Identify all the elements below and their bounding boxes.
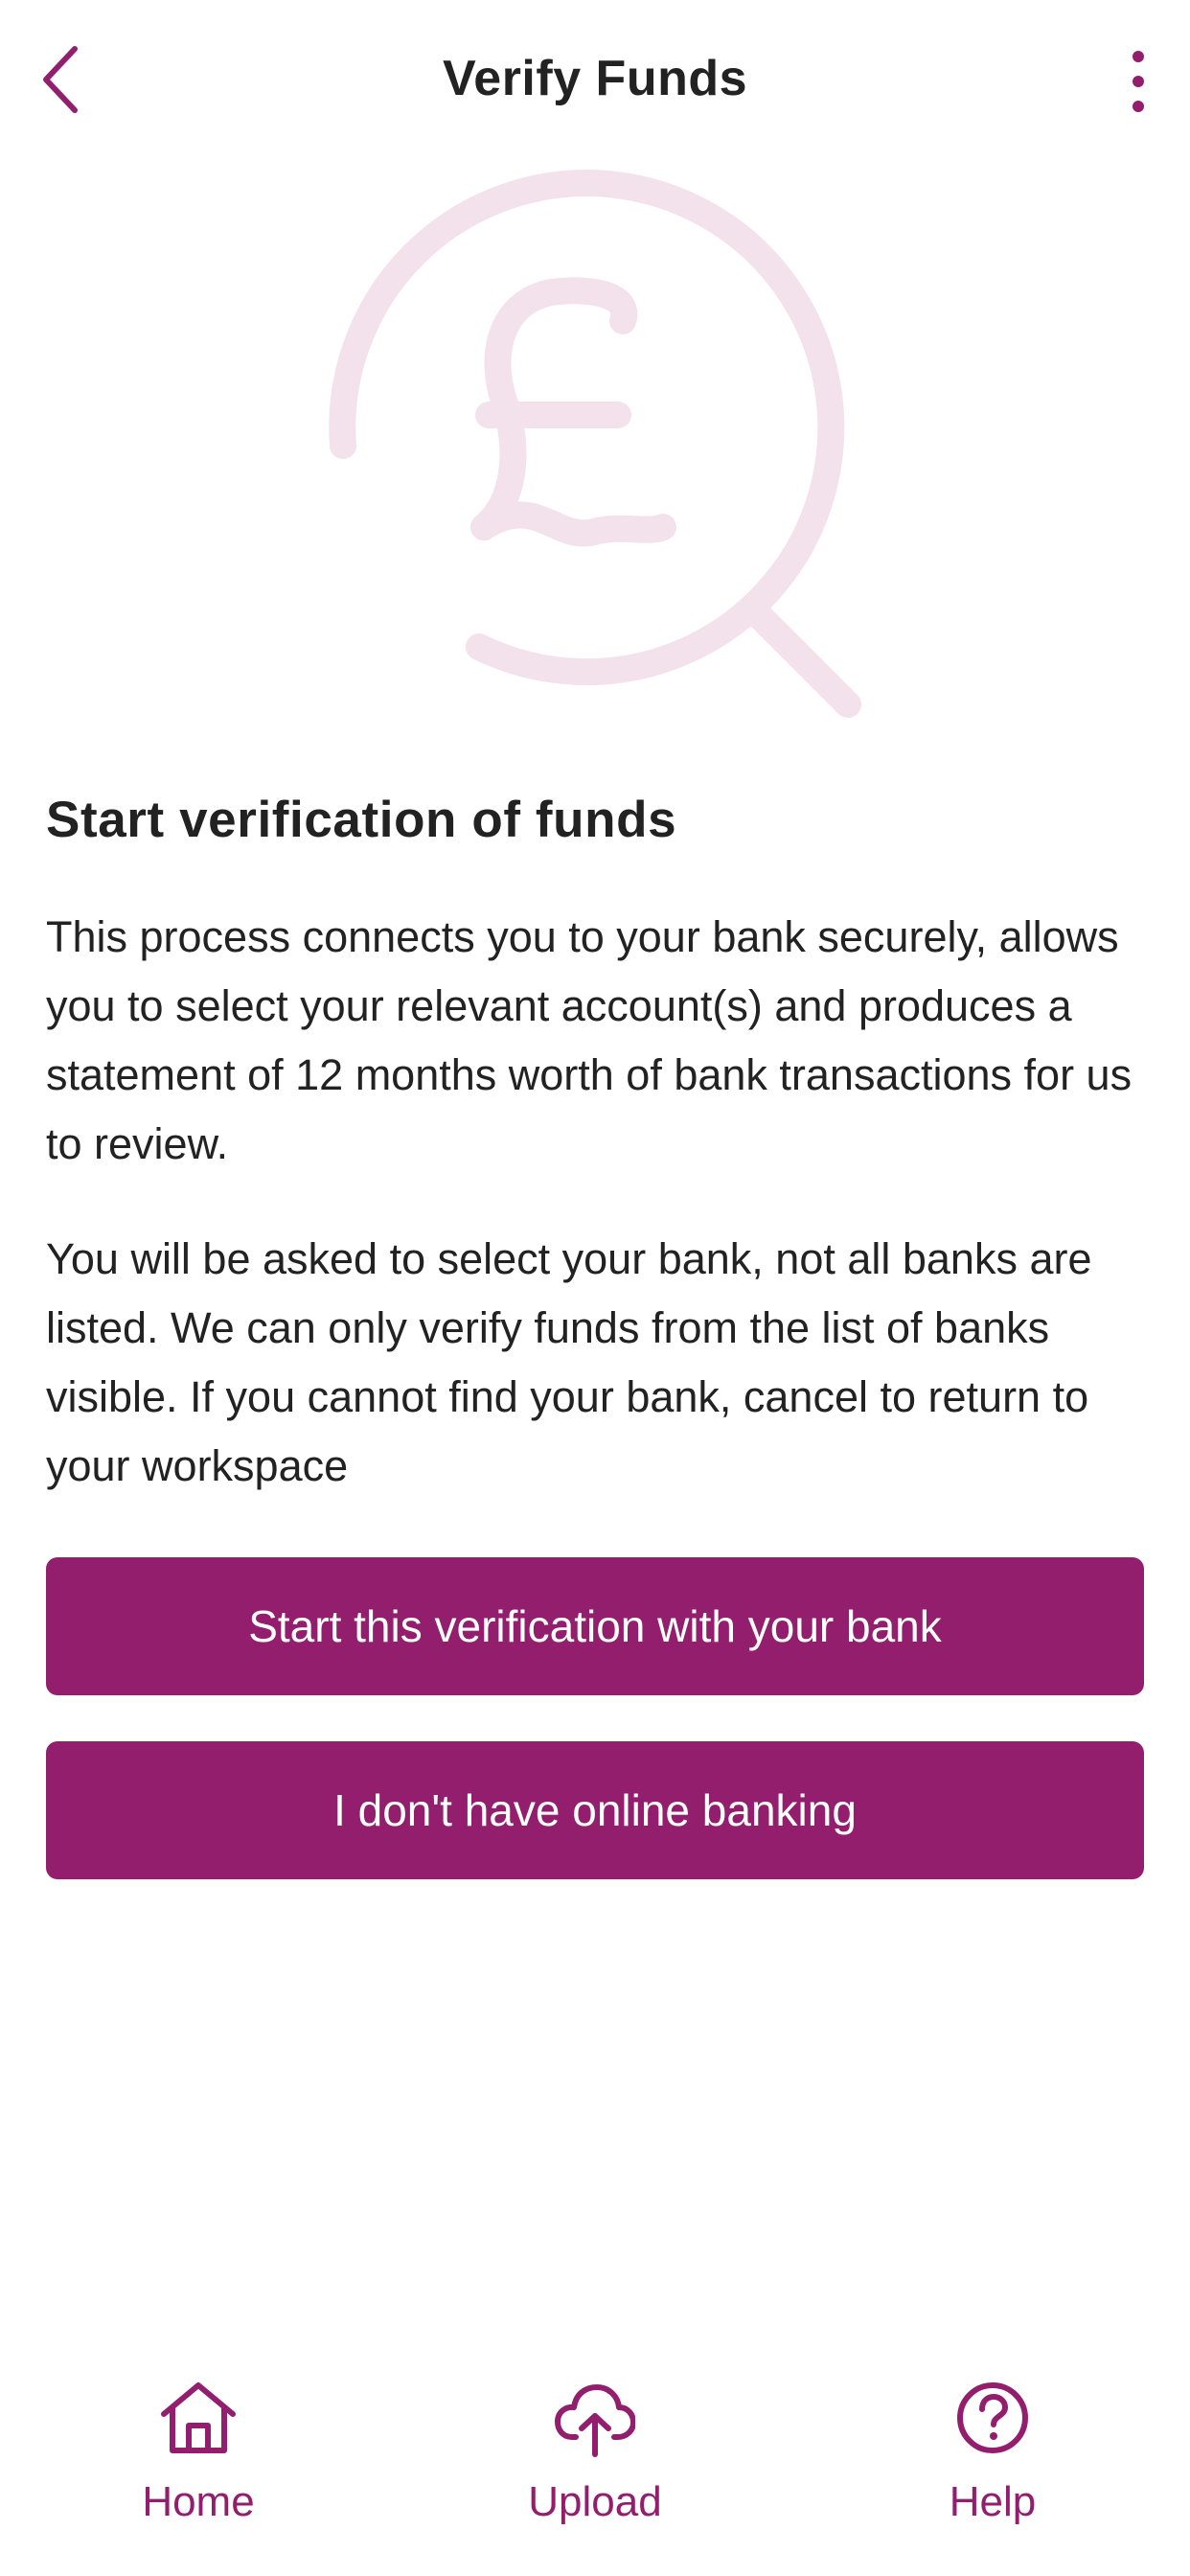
nav-label-help: Help (949, 2478, 1037, 2525)
nav-label-upload: Upload (528, 2478, 662, 2525)
verify-funds-screen: Verify Funds Start verification of funds… (0, 0, 1190, 2576)
nav-item-upload[interactable]: Upload (451, 2356, 739, 2576)
intro-paragraph: This process connects you to your bank s… (46, 912, 1133, 1168)
home-icon (155, 2375, 241, 2461)
app-header: Verify Funds (0, 0, 1190, 163)
more-vertical-icon (1133, 51, 1144, 112)
pound-magnifier-icon (329, 170, 861, 718)
section-heading: Start verification of funds (46, 792, 677, 848)
start-verification-button[interactable]: Start this verification with your bank (46, 1557, 1144, 1695)
page-title: Verify Funds (442, 51, 748, 106)
cloud-upload-icon (552, 2375, 638, 2461)
bottom-nav: Home Upload Help (0, 2356, 1190, 2576)
more-options-button[interactable] (1110, 38, 1167, 125)
nav-item-home[interactable]: Home (55, 2356, 342, 2576)
nav-item-help[interactable]: Help (849, 2356, 1136, 2576)
content-section: Start verification of funds This process… (46, 791, 1144, 1501)
no-online-banking-button[interactable]: I don't have online banking (46, 1741, 1144, 1879)
help-circle-icon (950, 2375, 1036, 2461)
bank-info-paragraph: You will be asked to select your bank, n… (46, 1234, 1092, 1490)
nav-label-home: Home (142, 2478, 255, 2525)
